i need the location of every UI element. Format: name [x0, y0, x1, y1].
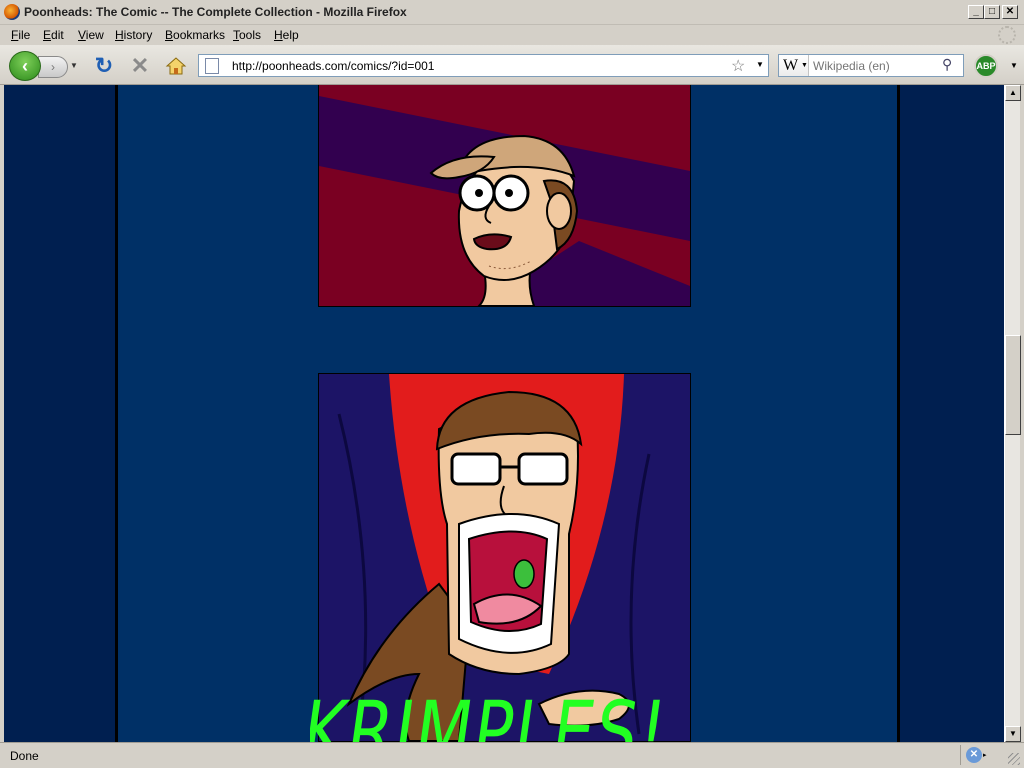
search-bar[interactable]: W ▼ ⚲ [778, 54, 964, 77]
resize-grip[interactable] [1008, 753, 1020, 765]
comic-panel-1 [318, 85, 691, 307]
bookmark-star-icon[interactable]: ☆ [731, 56, 745, 76]
addon-status-icon[interactable]: ✕ [966, 747, 982, 763]
close-button[interactable]: ✕ [1002, 5, 1018, 19]
minimize-button[interactable]: _ [968, 5, 984, 19]
panel-2-caption: KRIMPLES! [310, 683, 674, 742]
status-divider [960, 745, 961, 765]
search-go-icon[interactable]: ⚲ [942, 56, 952, 73]
title-bar: Poonheads: The Comic -- The Complete Col… [0, 0, 1024, 25]
caption-clip: KRIMPLES! [310, 683, 710, 742]
menu-tools[interactable]: Tools [233, 28, 261, 42]
url-dropdown-icon[interactable]: ▼ [756, 60, 764, 69]
page-icon [205, 58, 219, 74]
abp-dropdown-icon[interactable]: ▼ [1010, 61, 1018, 70]
scroll-down-button[interactable]: ▼ [1005, 726, 1021, 742]
maximize-button[interactable]: □ [984, 5, 1000, 19]
window-title: Poonheads: The Comic -- The Complete Col… [24, 5, 407, 19]
menu-edit[interactable]: Edit [43, 28, 64, 42]
menu-help[interactable]: Help [274, 28, 299, 42]
menu-bookmarks[interactable]: Bookmarks [165, 28, 225, 42]
throbber-icon [998, 26, 1016, 44]
page-viewport: KRIMPLES! [4, 85, 1004, 742]
scroll-up-button[interactable]: ▲ [1005, 85, 1021, 101]
left-background [4, 85, 115, 742]
menu-view[interactable]: View [78, 28, 104, 42]
menu-bar: File Edit View History Bookmarks Tools H… [0, 25, 1024, 45]
engine-dropdown-icon[interactable]: ▼ [801, 62, 808, 69]
forward-button[interactable]: › [38, 56, 68, 78]
adblock-plus-button[interactable]: ABP [974, 54, 998, 78]
vertical-scrollbar[interactable]: ▲ ▼ [1004, 85, 1021, 742]
reload-button[interactable]: ↻ [93, 55, 115, 77]
search-input[interactable] [813, 58, 938, 73]
comic-panel-1-art [319, 85, 690, 306]
back-button[interactable]: ‹ [9, 51, 41, 81]
url-text[interactable]: http://poonheads.com/comics/?id=001 [232, 59, 434, 73]
menu-history[interactable]: History [115, 28, 152, 42]
stop-button[interactable]: ✕ [129, 55, 151, 77]
history-dropdown-icon[interactable]: ▼ [70, 61, 78, 70]
home-button[interactable] [165, 55, 187, 77]
status-text: Done [10, 749, 39, 763]
right-background [900, 85, 1004, 742]
scroll-thumb[interactable] [1005, 335, 1021, 435]
addon-dropdown-icon[interactable]: ▸ [983, 751, 987, 759]
url-bar[interactable]: http://poonheads.com/comics/?id=001 ☆ ▼ [198, 54, 769, 77]
home-icon [165, 57, 187, 75]
menu-file[interactable]: File [11, 28, 30, 42]
status-bar: Done ✕ ▸ [0, 742, 1024, 768]
left-border [115, 85, 118, 742]
firefox-icon [4, 4, 20, 20]
